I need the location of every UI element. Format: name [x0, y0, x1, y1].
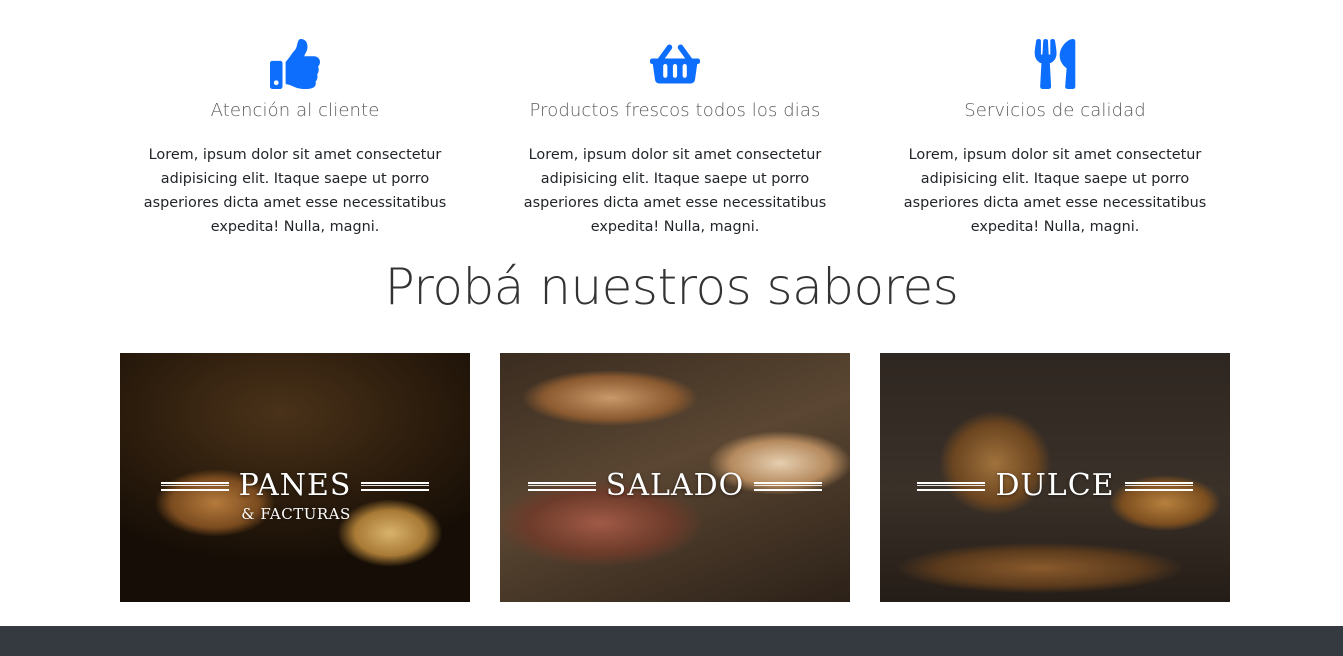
- feature-quality-service: Servicios de calidad Lorem, ipsum dolor …: [865, 0, 1245, 245]
- fork-knife-icon: [880, 38, 1230, 90]
- card-panes[interactable]: PANES & FACTURAS: [120, 353, 470, 602]
- decorative-lines-left: [917, 481, 986, 491]
- card-label: PANES: [120, 471, 470, 501]
- features-row: Atención al cliente Lorem, ipsum dolor s…: [105, 0, 1245, 245]
- flavors-cards: PANES & FACTURAS SALADO DULCE: [120, 353, 1230, 602]
- footer: [0, 626, 1343, 656]
- feature-text: Lorem, ipsum dolor sit amet consectetur …: [903, 147, 1207, 235]
- feature-text: Lorem, ipsum dolor sit amet consectetur …: [523, 147, 827, 235]
- card-title: PANES: [238, 468, 352, 503]
- card-dulce[interactable]: DULCE: [880, 353, 1230, 602]
- card-label: SALADO: [500, 471, 850, 501]
- feature-title: Productos frescos todos los dias: [529, 100, 821, 121]
- decorative-lines-left: [160, 481, 229, 491]
- decorative-lines-right: [754, 481, 823, 491]
- decorative-lines-right: [1124, 481, 1193, 491]
- decorative-lines-right: [361, 481, 430, 491]
- card-subtitle: & FACTURAS: [241, 505, 351, 523]
- feature-customer-service: Atención al cliente Lorem, ipsum dolor s…: [105, 0, 485, 245]
- shopping-basket-icon: [500, 38, 850, 90]
- card-salado[interactable]: SALADO: [500, 353, 850, 602]
- feature-text: Lorem, ipsum dolor sit amet consectetur …: [143, 147, 447, 235]
- decorative-lines-left: [527, 481, 596, 491]
- card-title: SALADO: [605, 468, 745, 503]
- feature-title: Atención al cliente: [210, 100, 380, 121]
- card-title: DULCE: [995, 468, 1115, 503]
- thumbs-up-icon: [120, 38, 470, 90]
- feature-title: Servicios de calidad: [964, 100, 1146, 121]
- card-label: DULCE: [880, 471, 1230, 501]
- section-title: Probá nuestros sabores: [384, 258, 959, 316]
- feature-fresh-products: Productos frescos todos los dias Lorem, …: [485, 0, 865, 245]
